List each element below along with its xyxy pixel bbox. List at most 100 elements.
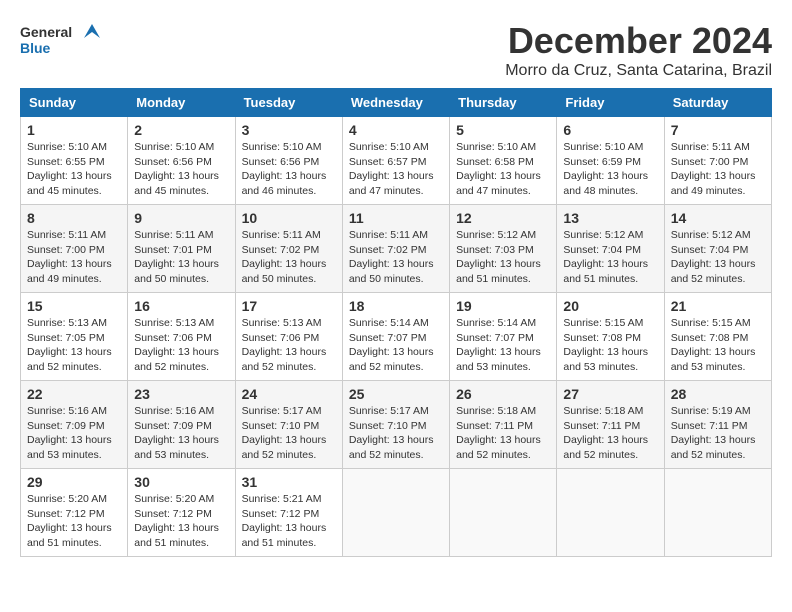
calendar-cell: 12 Sunrise: 5:12 AM Sunset: 7:03 PM Dayl…: [450, 205, 557, 293]
day-number: 15: [27, 298, 121, 314]
day-info: Sunrise: 5:12 AM Sunset: 7:04 PM Dayligh…: [671, 228, 765, 287]
svg-text:Blue: Blue: [20, 40, 51, 56]
day-number: 17: [242, 298, 336, 314]
day-number: 18: [349, 298, 443, 314]
day-info: Sunrise: 5:10 AM Sunset: 6:59 PM Dayligh…: [563, 140, 657, 199]
calendar-cell: 30 Sunrise: 5:20 AM Sunset: 7:12 PM Dayl…: [128, 469, 235, 557]
day-info: Sunrise: 5:14 AM Sunset: 7:07 PM Dayligh…: [349, 316, 443, 375]
day-number: 7: [671, 122, 765, 138]
day-number: 11: [349, 210, 443, 226]
day-info: Sunrise: 5:11 AM Sunset: 7:02 PM Dayligh…: [242, 228, 336, 287]
day-info: Sunrise: 5:14 AM Sunset: 7:07 PM Dayligh…: [456, 316, 550, 375]
day-number: 27: [563, 386, 657, 402]
day-number: 25: [349, 386, 443, 402]
day-number: 16: [134, 298, 228, 314]
calendar-cell: [557, 469, 664, 557]
day-number: 20: [563, 298, 657, 314]
day-number: 28: [671, 386, 765, 402]
calendar-cell: 7 Sunrise: 5:11 AM Sunset: 7:00 PM Dayli…: [664, 117, 771, 205]
logo: General Blue: [20, 20, 100, 60]
svg-text:General: General: [20, 24, 72, 40]
day-info: Sunrise: 5:21 AM Sunset: 7:12 PM Dayligh…: [242, 492, 336, 551]
day-info: Sunrise: 5:13 AM Sunset: 7:06 PM Dayligh…: [134, 316, 228, 375]
calendar-row: 29 Sunrise: 5:20 AM Sunset: 7:12 PM Dayl…: [21, 469, 772, 557]
col-header-tuesday: Tuesday: [235, 89, 342, 117]
calendar-row: 15 Sunrise: 5:13 AM Sunset: 7:05 PM Dayl…: [21, 293, 772, 381]
col-header-monday: Monday: [128, 89, 235, 117]
day-number: 6: [563, 122, 657, 138]
calendar-cell: [450, 469, 557, 557]
title-area: December 2024 Morro da Cruz, Santa Catar…: [505, 20, 772, 80]
calendar-cell: 26 Sunrise: 5:18 AM Sunset: 7:11 PM Dayl…: [450, 381, 557, 469]
calendar-cell: 28 Sunrise: 5:19 AM Sunset: 7:11 PM Dayl…: [664, 381, 771, 469]
day-info: Sunrise: 5:11 AM Sunset: 7:02 PM Dayligh…: [349, 228, 443, 287]
col-header-thursday: Thursday: [450, 89, 557, 117]
day-info: Sunrise: 5:11 AM Sunset: 7:00 PM Dayligh…: [27, 228, 121, 287]
day-number: 24: [242, 386, 336, 402]
day-info: Sunrise: 5:10 AM Sunset: 6:55 PM Dayligh…: [27, 140, 121, 199]
day-info: Sunrise: 5:16 AM Sunset: 7:09 PM Dayligh…: [134, 404, 228, 463]
calendar-row: 22 Sunrise: 5:16 AM Sunset: 7:09 PM Dayl…: [21, 381, 772, 469]
day-number: 5: [456, 122, 550, 138]
calendar-cell: 15 Sunrise: 5:13 AM Sunset: 7:05 PM Dayl…: [21, 293, 128, 381]
calendar-cell: 13 Sunrise: 5:12 AM Sunset: 7:04 PM Dayl…: [557, 205, 664, 293]
location-title: Morro da Cruz, Santa Catarina, Brazil: [505, 62, 772, 80]
col-header-saturday: Saturday: [664, 89, 771, 117]
header-row: SundayMondayTuesdayWednesdayThursdayFrid…: [21, 89, 772, 117]
day-info: Sunrise: 5:12 AM Sunset: 7:03 PM Dayligh…: [456, 228, 550, 287]
calendar-cell: 27 Sunrise: 5:18 AM Sunset: 7:11 PM Dayl…: [557, 381, 664, 469]
day-info: Sunrise: 5:15 AM Sunset: 7:08 PM Dayligh…: [671, 316, 765, 375]
day-number: 22: [27, 386, 121, 402]
calendar-row: 1 Sunrise: 5:10 AM Sunset: 6:55 PM Dayli…: [21, 117, 772, 205]
calendar-cell: 24 Sunrise: 5:17 AM Sunset: 7:10 PM Dayl…: [235, 381, 342, 469]
day-number: 8: [27, 210, 121, 226]
calendar-table: SundayMondayTuesdayWednesdayThursdayFrid…: [20, 88, 772, 557]
calendar-cell: 2 Sunrise: 5:10 AM Sunset: 6:56 PM Dayli…: [128, 117, 235, 205]
col-header-sunday: Sunday: [21, 89, 128, 117]
day-info: Sunrise: 5:17 AM Sunset: 7:10 PM Dayligh…: [242, 404, 336, 463]
day-number: 10: [242, 210, 336, 226]
calendar-cell: 9 Sunrise: 5:11 AM Sunset: 7:01 PM Dayli…: [128, 205, 235, 293]
calendar-cell: 14 Sunrise: 5:12 AM Sunset: 7:04 PM Dayl…: [664, 205, 771, 293]
day-info: Sunrise: 5:19 AM Sunset: 7:11 PM Dayligh…: [671, 404, 765, 463]
calendar-cell: 18 Sunrise: 5:14 AM Sunset: 7:07 PM Dayl…: [342, 293, 449, 381]
day-number: 3: [242, 122, 336, 138]
day-info: Sunrise: 5:10 AM Sunset: 6:58 PM Dayligh…: [456, 140, 550, 199]
day-info: Sunrise: 5:13 AM Sunset: 7:06 PM Dayligh…: [242, 316, 336, 375]
calendar-cell: 21 Sunrise: 5:15 AM Sunset: 7:08 PM Dayl…: [664, 293, 771, 381]
day-info: Sunrise: 5:10 AM Sunset: 6:56 PM Dayligh…: [134, 140, 228, 199]
day-number: 4: [349, 122, 443, 138]
day-number: 26: [456, 386, 550, 402]
day-info: Sunrise: 5:11 AM Sunset: 7:00 PM Dayligh…: [671, 140, 765, 199]
day-info: Sunrise: 5:20 AM Sunset: 7:12 PM Dayligh…: [27, 492, 121, 551]
calendar-cell: 3 Sunrise: 5:10 AM Sunset: 6:56 PM Dayli…: [235, 117, 342, 205]
day-info: Sunrise: 5:16 AM Sunset: 7:09 PM Dayligh…: [27, 404, 121, 463]
day-info: Sunrise: 5:20 AM Sunset: 7:12 PM Dayligh…: [134, 492, 228, 551]
calendar-cell: 19 Sunrise: 5:14 AM Sunset: 7:07 PM Dayl…: [450, 293, 557, 381]
day-number: 29: [27, 474, 121, 490]
day-number: 21: [671, 298, 765, 314]
calendar-cell: 22 Sunrise: 5:16 AM Sunset: 7:09 PM Dayl…: [21, 381, 128, 469]
day-info: Sunrise: 5:12 AM Sunset: 7:04 PM Dayligh…: [563, 228, 657, 287]
calendar-cell: 17 Sunrise: 5:13 AM Sunset: 7:06 PM Dayl…: [235, 293, 342, 381]
day-info: Sunrise: 5:10 AM Sunset: 6:56 PM Dayligh…: [242, 140, 336, 199]
calendar-cell: 20 Sunrise: 5:15 AM Sunset: 7:08 PM Dayl…: [557, 293, 664, 381]
calendar-cell: [342, 469, 449, 557]
day-info: Sunrise: 5:15 AM Sunset: 7:08 PM Dayligh…: [563, 316, 657, 375]
calendar-cell: 25 Sunrise: 5:17 AM Sunset: 7:10 PM Dayl…: [342, 381, 449, 469]
day-number: 1: [27, 122, 121, 138]
page-header: General Blue December 2024 Morro da Cruz…: [20, 20, 772, 80]
calendar-cell: 29 Sunrise: 5:20 AM Sunset: 7:12 PM Dayl…: [21, 469, 128, 557]
col-header-wednesday: Wednesday: [342, 89, 449, 117]
calendar-cell: 11 Sunrise: 5:11 AM Sunset: 7:02 PM Dayl…: [342, 205, 449, 293]
day-info: Sunrise: 5:10 AM Sunset: 6:57 PM Dayligh…: [349, 140, 443, 199]
calendar-row: 8 Sunrise: 5:11 AM Sunset: 7:00 PM Dayli…: [21, 205, 772, 293]
day-number: 19: [456, 298, 550, 314]
day-number: 30: [134, 474, 228, 490]
month-title: December 2024: [505, 20, 772, 62]
day-number: 9: [134, 210, 228, 226]
calendar-cell: 16 Sunrise: 5:13 AM Sunset: 7:06 PM Dayl…: [128, 293, 235, 381]
day-number: 14: [671, 210, 765, 226]
calendar-cell: 10 Sunrise: 5:11 AM Sunset: 7:02 PM Dayl…: [235, 205, 342, 293]
day-number: 23: [134, 386, 228, 402]
